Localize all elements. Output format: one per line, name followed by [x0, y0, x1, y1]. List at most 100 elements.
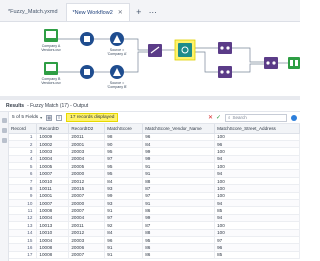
table-cell: 20005 [68, 162, 106, 171]
column-header[interactable]: RecordID2 [68, 124, 106, 134]
table-cell: 87 [142, 184, 216, 193]
table-row[interactable]: 17 10008 20007 91 86 85 [9, 251, 300, 260]
table-row[interactable]: 8 10011 20015 93 87 100 [9, 184, 300, 193]
tab-fuzzy-match[interactable]: *Fuzzy_Match.yxmd [2, 3, 64, 21]
table-row[interactable]: 3 10003 20003 95 99 100 [9, 147, 300, 156]
join-icon[interactable] [264, 57, 278, 69]
table-cell: 96 [214, 140, 300, 149]
table-cell: 86 [142, 243, 216, 252]
formula-icon[interactable] [110, 32, 124, 46]
table-cell: 10003 [36, 147, 70, 156]
add-tab-button[interactable]: + [132, 3, 146, 21]
table-header-row: Record RecordID RecordID2 MatchScore Mat… [9, 124, 300, 134]
union-icon[interactable] [148, 44, 162, 57]
column-header[interactable]: Record [9, 124, 38, 134]
table-cell: 91 [142, 162, 216, 171]
row-number: 9 [9, 192, 38, 201]
table-cell: 95 [104, 147, 144, 156]
table-cell: 97 [104, 214, 144, 223]
table-row[interactable]: 7 10010 20012 84 88 100 [9, 177, 300, 186]
table-cell: 96 [142, 133, 216, 141]
row-number: 8 [9, 184, 38, 193]
table-cell: 100 [214, 162, 300, 171]
table-cell: 10008 [36, 251, 70, 260]
input-data-icon[interactable] [44, 62, 58, 75]
join-icon[interactable] [218, 66, 232, 78]
row-number: 11 [9, 206, 38, 215]
close-icon[interactable]: ✕ [118, 9, 123, 16]
clear-icon[interactable]: ✕ [208, 114, 213, 121]
filter-icon[interactable]: ≡ [56, 114, 63, 121]
table-row[interactable]: 15 10004 20003 96 95 97 [9, 236, 300, 245]
table-row[interactable]: 16 10008 20006 91 86 96 [9, 243, 300, 252]
table-row[interactable]: 2 10002 20001 90 84 96 [9, 140, 300, 149]
table-cell: 91 [142, 199, 216, 208]
table-cell: 84 [104, 177, 144, 186]
table-row[interactable]: 11 10008 20007 91 86 85 [9, 206, 300, 215]
table-row[interactable]: 10 10007 20000 93 91 94 [9, 199, 300, 208]
browse-icon[interactable] [288, 57, 300, 69]
fuzzy-match-icon[interactable] [174, 39, 196, 61]
tab-label: *New Workflow2 [72, 9, 113, 16]
table-cell: 99 [142, 147, 216, 156]
apply-icon[interactable]: ✓ [216, 114, 221, 121]
search-input[interactable]: ⌕ Search [225, 113, 287, 122]
row-number: 15 [9, 236, 38, 245]
record-id-icon[interactable] [80, 65, 94, 79]
tab-new-workflow2[interactable]: *New Workflow2 ✕ [65, 3, 130, 21]
table-cell: 94 [214, 169, 300, 178]
column-header[interactable]: MatchScore [104, 124, 144, 134]
fields-label: 5 of 5 Fields [12, 115, 39, 120]
columns-icon[interactable]: ▦ [46, 114, 53, 121]
table-cell: 98 [104, 133, 144, 141]
table-cell: 91 [104, 243, 144, 252]
fields-dropdown[interactable]: 5 of 5 Fields ▾ [12, 115, 42, 120]
table-cell: 97 [142, 192, 216, 201]
results-grid[interactable]: Record RecordID RecordID2 MatchScore Mat… [9, 124, 300, 261]
row-number: 14 [9, 229, 38, 237]
record-id-icon[interactable] [80, 32, 94, 46]
table-row[interactable]: 6 10007 20000 95 91 94 [9, 169, 300, 178]
results-title: Results - Fuzzy Match (17) - Output [0, 100, 300, 112]
column-header[interactable]: RecordID [36, 124, 70, 134]
table-cell: 94 [214, 199, 300, 208]
tab-menu-button[interactable]: ⋯ [146, 3, 160, 21]
table-cell: 20003 [68, 147, 106, 156]
table-cell: 10001 [36, 192, 70, 201]
table-cell: 20007 [68, 251, 106, 260]
metadata-icon[interactable] [2, 128, 7, 133]
table-cell: 20000 [68, 169, 106, 178]
table-cell: 90 [104, 140, 144, 149]
table-row[interactable]: 4 10004 20004 97 99 94 [9, 155, 300, 164]
table-row[interactable]: 14 10010 20012 84 88 100 [9, 229, 300, 237]
table-cell: 10010 [36, 229, 70, 237]
table-cell: 97 [214, 236, 300, 245]
table-row[interactable]: 9 10001 20007 99 97 100 [9, 192, 300, 201]
table-row[interactable]: 12 10004 20004 97 99 94 [9, 214, 300, 223]
formula-icon[interactable] [110, 65, 124, 79]
table-cell: 87 [142, 221, 216, 230]
table-cell: 86 [142, 206, 216, 215]
tool-label: Source = 'Company A' [107, 48, 127, 56]
join-icon[interactable] [218, 42, 232, 54]
table-view-icon[interactable] [2, 118, 7, 123]
table-cell: 94 [214, 214, 300, 223]
table-row[interactable]: 1 10009 20011 98 96 100 [9, 133, 300, 141]
settings-gear-icon[interactable] [291, 114, 297, 121]
table-row[interactable]: 13 10013 20011 92 87 100 [9, 221, 300, 230]
input-data-icon[interactable] [44, 29, 58, 42]
row-number: 7 [9, 177, 38, 186]
table-cell: 20001 [68, 140, 106, 149]
table-cell: 86 [142, 251, 216, 260]
table-row[interactable]: 5 10005 20005 95 91 100 [9, 162, 300, 171]
table-cell: 85 [214, 251, 300, 260]
settings-icon[interactable] [2, 138, 7, 143]
column-header[interactable]: MatchScore_Vendor_Name [142, 124, 216, 134]
table-cell: 94 [214, 155, 300, 164]
column-header[interactable]: MatchScore_Street_Address [214, 124, 300, 134]
table-cell: 100 [214, 177, 300, 186]
table-cell: 99 [104, 192, 144, 201]
results-toolbar: 5 of 5 Fields ▾ ▦ ≡ 17 records displayed… [9, 112, 300, 124]
workflow-canvas[interactable]: Company A Vendors.csv Company B Vendors.cs… [0, 22, 300, 96]
results-heading: Results [6, 102, 25, 109]
